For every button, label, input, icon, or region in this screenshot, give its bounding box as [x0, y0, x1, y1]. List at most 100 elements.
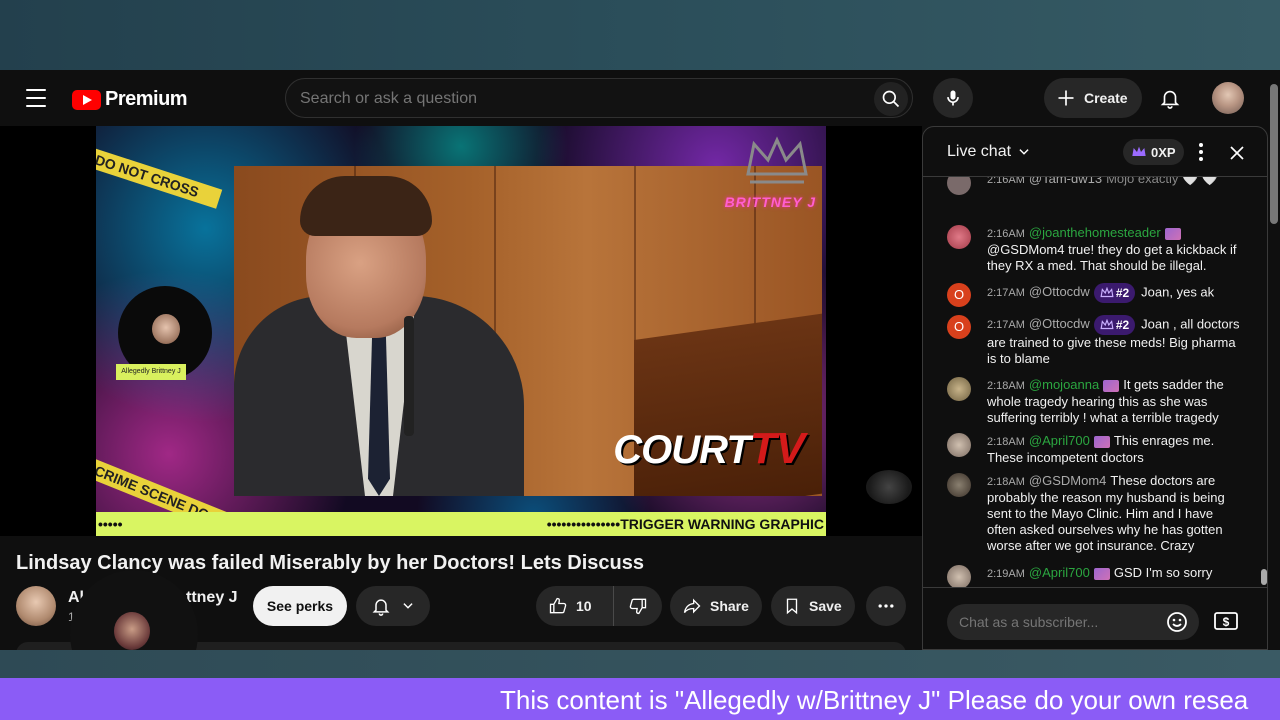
create-label: Create — [1084, 90, 1128, 106]
page-scrollbar[interactable] — [1268, 70, 1280, 650]
more-actions-button[interactable] — [866, 586, 906, 626]
xp-value: 0XP — [1151, 144, 1176, 160]
save-label: Save — [809, 598, 842, 614]
more-vertical-icon — [1199, 143, 1203, 161]
youtube-app: Premium Create DO NOT CROSS — [0, 70, 1280, 650]
search-box — [285, 78, 913, 118]
viewer-cam-circle: lzmac25 — [70, 570, 198, 650]
chat-messages: 2:16AM @Tam-dw13 Mojo exactly 🤍 🤍 2:16AM @j… — [923, 177, 1267, 587]
super-chat-icon[interactable]: $ — [1213, 608, 1239, 634]
save-button[interactable]: Save — [771, 586, 855, 626]
account-avatar[interactable] — [1212, 82, 1244, 114]
channel-watermark[interactable] — [866, 470, 912, 504]
video-player[interactable]: DO NOT CROSS COURTTV BRITTNEY J Allegedl… — [0, 126, 922, 536]
notification-settings-button[interactable] — [356, 586, 430, 626]
chat-header: Live chat 0XP — [923, 127, 1267, 177]
youtube-logo[interactable]: Premium — [72, 88, 188, 111]
chat-message: 2:18AM @mojoanna It gets sadder the whole … — [947, 377, 1243, 426]
search-input[interactable] — [300, 88, 860, 110]
chat-avatar[interactable] — [947, 225, 971, 249]
crown-icon — [746, 136, 808, 184]
share-button[interactable]: Share — [670, 586, 762, 626]
member-badge-icon — [1093, 567, 1110, 580]
youtube-play-icon — [72, 89, 101, 110]
chat-avatar[interactable]: O — [947, 283, 971, 307]
bell-icon — [372, 599, 390, 616]
chevron-down-icon — [1019, 149, 1029, 155]
thumbs-up-icon — [549, 597, 567, 614]
crime-tape-top: DO NOT CROSS — [96, 146, 223, 209]
chat-avatar[interactable]: O — [947, 315, 971, 339]
browser-top-band — [0, 0, 1280, 70]
chat-message: 2:18AM @April700 This enrages me. These in… — [947, 433, 1243, 466]
ticker-right: •••••••••••••••TRIGGER WARNING GRAPHIC — [546, 516, 824, 532]
microphone-icon — [947, 90, 959, 106]
svg-text:$: $ — [1223, 615, 1230, 629]
video-title: Lindsay Clancy was failed Miserably by h… — [16, 552, 644, 574]
bookmark-icon — [786, 598, 798, 615]
like-count: 10 — [576, 598, 592, 614]
stream-overlay-band — [0, 650, 1280, 678]
chat-options-button[interactable] — [1191, 141, 1211, 163]
search-button[interactable] — [874, 82, 908, 116]
crown-icon — [1132, 146, 1146, 156]
more-horizontal-icon — [878, 604, 894, 608]
crown-icon — [1100, 319, 1114, 330]
like-dislike-group: 10 — [536, 586, 662, 626]
chat-avatar[interactable] — [947, 473, 971, 497]
crown-icon — [1100, 287, 1114, 298]
chat-title: Live chat — [947, 143, 1012, 160]
chat-message: 2:16AM @joanthehomesteader @GSDMom4 true! … — [947, 225, 1243, 274]
chat-avatar[interactable] — [947, 377, 971, 401]
menu-icon[interactable] — [20, 86, 52, 110]
close-icon — [1230, 146, 1244, 160]
plus-icon — [1058, 90, 1074, 106]
host-name-tag: Allegedly Brittney J — [116, 364, 186, 380]
member-badge-icon — [1164, 227, 1181, 240]
chat-mode-dropdown[interactable]: Live chat — [947, 143, 1031, 161]
chat-avatar[interactable] — [947, 177, 971, 195]
chevron-down-icon — [403, 603, 413, 609]
create-button[interactable]: Create — [1044, 78, 1142, 118]
notifications-button[interactable] — [1152, 80, 1188, 116]
brand-label: Premium — [105, 88, 188, 110]
channel-avatar[interactable] — [16, 586, 56, 626]
video-frame: DO NOT CROSS COURTTV BRITTNEY J Allegedl… — [96, 126, 826, 536]
live-chat-panel: Live chat 0XP 2:16AM @Tam-dw13 Mojo exactl… — [922, 126, 1268, 650]
search-icon — [882, 90, 900, 108]
ticker-left: ••••• — [98, 516, 123, 532]
page-scrollbar-thumb[interactable] — [1270, 84, 1278, 224]
viewer-face — [114, 612, 150, 650]
close-chat-button[interactable] — [1223, 139, 1251, 167]
disclaimer-marquee: This content is "Allegedly w/Brittney J"… — [0, 678, 1280, 720]
chat-scrollbar[interactable] — [1261, 569, 1267, 585]
chat-message: 2:16AM @Tam-dw13 Mojo exactly 🤍 🤍 — [947, 177, 1243, 195]
disclaimer-text: This content is "Allegedly w/Brittney J"… — [500, 685, 1249, 715]
dislike-button[interactable] — [614, 586, 662, 626]
xp-badge[interactable]: 0XP — [1123, 139, 1184, 165]
chat-message: O 2:17AM @Ottocdw #2 Joan, yes ak — [947, 283, 1243, 307]
chat-message: O 2:17AM @Ottocdw #2 Joan , all doctors are… — [947, 315, 1243, 367]
like-button[interactable]: 10 — [536, 586, 614, 626]
emoji-icon[interactable] — [1165, 610, 1189, 634]
bell-icon — [1160, 90, 1180, 109]
share-icon — [683, 598, 701, 614]
thumbs-down-icon — [629, 598, 647, 615]
microphone-stand — [404, 316, 414, 436]
video-ticker: ••••• •••••••••••••••TRIGGER WARNING GRA… — [96, 512, 826, 536]
chat-message: 2:18AM @GSDMom4 These doctors are probably… — [947, 473, 1243, 554]
courtroom-footage: COURTTV — [234, 166, 822, 496]
member-badge-icon — [1093, 435, 1110, 448]
brittney-brand-text: BRITTNEY J — [724, 194, 816, 210]
leaderboard-rank-badge: #2 — [1093, 315, 1136, 335]
leaderboard-rank-badge: #2 — [1093, 283, 1136, 303]
chat-avatar[interactable] — [947, 565, 971, 587]
see-perks-button[interactable]: See perks — [253, 586, 347, 626]
chat-avatar[interactable] — [947, 433, 971, 457]
chat-input[interactable] — [947, 604, 1199, 640]
member-badge-icon — [1103, 379, 1120, 392]
chat-input-area: $ — [923, 587, 1267, 649]
court-tv-logo: COURTTV — [613, 424, 805, 473]
voice-search-button[interactable] — [933, 78, 973, 118]
share-label: Share — [710, 598, 749, 614]
